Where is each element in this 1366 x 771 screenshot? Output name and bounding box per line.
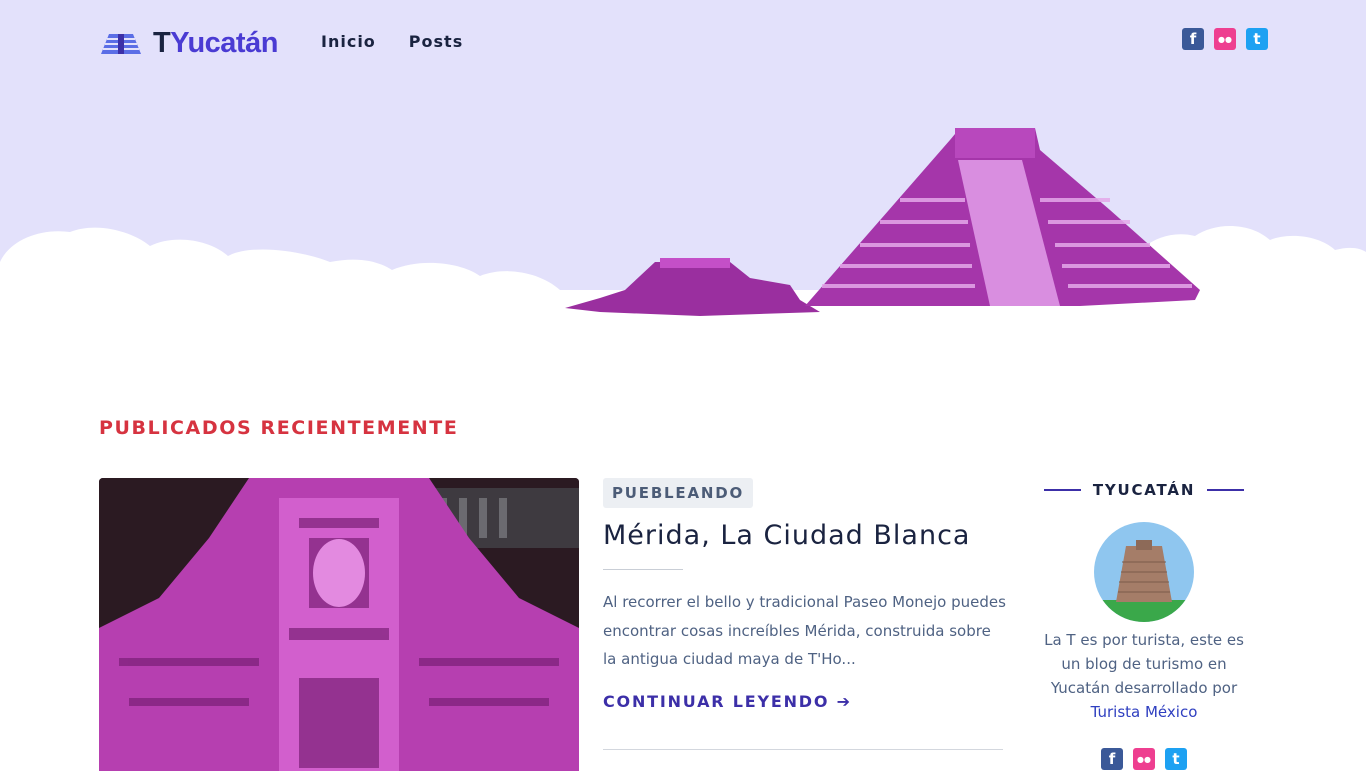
facebook-icon[interactable]: f <box>1101 748 1123 770</box>
pyramid-photo <box>1094 522 1194 622</box>
avatar <box>1094 522 1194 622</box>
arrow-right-icon: ➔ <box>836 692 852 711</box>
sidebar-about: La T es por turista, este es un blog de … <box>1040 628 1248 724</box>
post-excerpt: Al recorrer el bello y tradicional Paseo… <box>603 593 1006 668</box>
twitter-icon[interactable]: t <box>1165 748 1187 770</box>
pyramid-logo-icon <box>101 34 141 54</box>
flickr-icon[interactable]: ●● <box>1214 28 1236 50</box>
twitter-icon[interactable]: t <box>1246 28 1268 50</box>
nav-posts[interactable]: Posts <box>409 32 463 51</box>
mayan-monument-image <box>99 478 579 771</box>
about-text: La T es por turista, este es un blog de … <box>1044 631 1244 697</box>
nav-inicio[interactable]: Inicio <box>321 32 376 51</box>
turista-mexico-link[interactable]: Turista México <box>1091 703 1198 721</box>
top-navigation: TYucatán Inicio Posts f ●● t <box>0 0 1366 85</box>
site-name: TYucatán <box>153 26 278 59</box>
title-divider <box>603 569 683 570</box>
continue-reading-link[interactable]: CONTINUAR LEYENDO ➔ <box>603 692 852 711</box>
sidebar-widget-title: TYUCATÁN <box>1044 480 1245 500</box>
header-social-links: f ●● t <box>1182 28 1268 50</box>
post-title[interactable]: Mérida, La Ciudad Blanca <box>603 520 970 551</box>
post-divider <box>603 749 1003 750</box>
post-category-tag[interactable]: PUEBLEANDO <box>603 478 754 508</box>
facebook-icon[interactable]: f <box>1182 28 1204 50</box>
sidebar-social-links: f ●● t <box>1101 748 1187 770</box>
flickr-icon[interactable]: ●● <box>1133 748 1155 770</box>
pyramid-illustration <box>565 128 1200 316</box>
main-nav: Inicio Posts <box>321 32 463 51</box>
section-title: PUBLICADOS RECIENTEMENTE <box>99 417 459 439</box>
site-logo[interactable]: TYucatán <box>99 26 278 60</box>
post-image[interactable] <box>99 478 579 771</box>
